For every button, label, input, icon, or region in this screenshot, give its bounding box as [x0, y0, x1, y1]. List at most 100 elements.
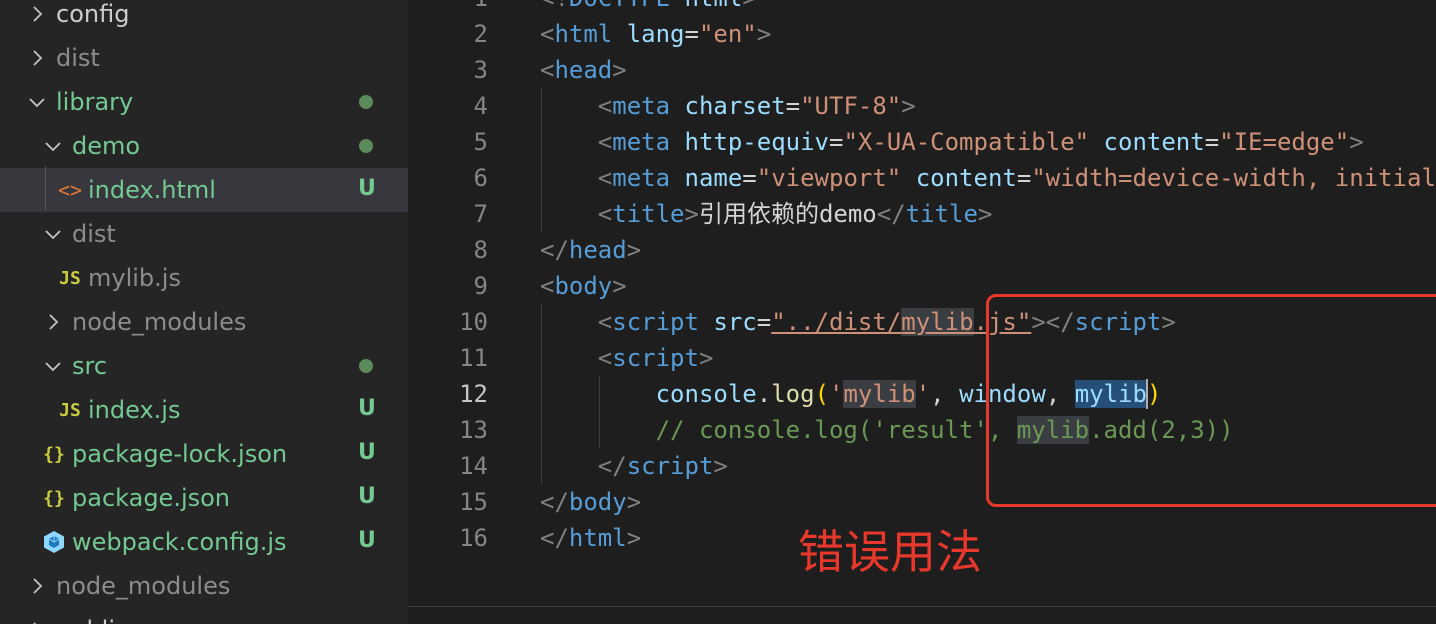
code-token: > — [698, 344, 714, 372]
code-token: script — [612, 344, 699, 372]
code-token: script — [612, 308, 699, 336]
code-text: <script> — [540, 340, 714, 376]
code-token: mylib — [901, 308, 974, 336]
line-number: 5 — [473, 128, 488, 156]
chevron-down-icon[interactable] — [44, 225, 62, 243]
code-text: <meta http-equiv="X-UA-Compatible" conte… — [540, 124, 1364, 160]
highlight-box — [986, 294, 1436, 507]
code-token: > — [713, 452, 728, 480]
explorer-folder[interactable]: public — [0, 608, 408, 624]
code-text: <!DOCTYPE html> — [540, 0, 757, 16]
git-status-badge: U — [358, 528, 376, 553]
code-line[interactable]: 2 <html lang="en"> — [408, 16, 1436, 52]
explorer-folder[interactable]: node_modules — [0, 300, 408, 344]
code-token: name — [684, 164, 743, 192]
code-token: < — [597, 308, 613, 336]
explorer-item-label: index.html — [88, 176, 216, 204]
line-number: 4 — [473, 92, 488, 120]
chevron-right-icon[interactable] — [28, 5, 46, 23]
explorer-item-label: demo — [72, 132, 141, 160]
code-token: DOCTYPE — [569, 0, 670, 12]
code-token: = — [756, 308, 772, 336]
code-token: = — [684, 20, 699, 48]
explorer-item-label: node_modules — [72, 308, 247, 336]
code-token: < — [540, 56, 555, 84]
explorer-folder[interactable]: node_modules — [0, 564, 408, 608]
chevron-right-icon[interactable] — [44, 313, 62, 331]
code-token: body — [568, 488, 627, 516]
explorer-folder[interactable]: src — [0, 344, 408, 388]
explorer-file[interactable]: <> index.html U — [0, 168, 408, 212]
explorer-file[interactable]: webpack.config.js U — [0, 520, 408, 564]
code-line[interactable]: 1 <!DOCTYPE html> — [408, 0, 1436, 16]
code-token: head — [568, 236, 627, 264]
code-token: "IE=edge" — [1219, 128, 1350, 156]
chevron-right-icon[interactable] — [28, 49, 46, 67]
code-token: 引用依赖的demo — [698, 200, 877, 228]
code-text: </script> — [540, 448, 728, 484]
code-token: </ — [540, 524, 569, 552]
code-text: </head> — [540, 232, 641, 268]
code-token: > — [626, 236, 642, 264]
code-token: < — [597, 92, 613, 120]
code-token: "en" — [698, 20, 757, 48]
explorer-item-label: index.js — [88, 396, 181, 424]
code-token: title — [905, 200, 978, 228]
code-line[interactable]: 3 <head> — [408, 52, 1436, 88]
code-line[interactable]: 7 <title>引用依赖的demo</title> — [408, 196, 1436, 232]
webpack-icon — [36, 530, 72, 554]
code-token: > — [612, 272, 627, 300]
code-token: > — [612, 56, 627, 84]
chevron-right-icon[interactable] — [28, 577, 46, 595]
code-text: <meta name="viewport" content="width=dev… — [540, 160, 1436, 196]
explorer-file[interactable]: {} package-lock.json U — [0, 432, 408, 476]
explorer-folder[interactable]: config — [0, 0, 408, 36]
code-token: head — [554, 56, 613, 84]
explorer-item-label: package-lock.json — [72, 440, 288, 468]
code-token: "X-UA-Compatible" — [843, 128, 1090, 156]
chevron-down-icon[interactable] — [28, 93, 46, 111]
modified-dot — [359, 95, 373, 109]
explorer-folder[interactable]: dist — [0, 212, 408, 256]
explorer-item-label: webpack.config.js — [72, 528, 287, 556]
code-token: content — [915, 164, 1017, 192]
line-number: 12 — [459, 380, 488, 408]
git-status-badge: U — [358, 484, 376, 509]
code-token: <! — [540, 0, 569, 12]
explorer-item-label: config — [56, 0, 130, 28]
editor-bottom-bar — [408, 606, 1436, 624]
code-line[interactable]: 6 <meta name="viewport" content="width=d… — [408, 160, 1436, 196]
line-number: 10 — [459, 308, 488, 336]
explorer-item-label: public — [56, 616, 128, 624]
explorer-item-label: mylib.js — [88, 264, 181, 292]
explorer-folder[interactable]: dist — [0, 36, 408, 80]
code-text: </html> — [540, 520, 641, 556]
code-token: ' — [915, 380, 931, 408]
explorer-file[interactable]: JS mylib.js — [0, 256, 408, 300]
explorer-file[interactable]: {} package.json U — [0, 476, 408, 520]
git-status-badge: U — [358, 396, 376, 421]
chevron-down-icon[interactable] — [44, 357, 62, 375]
modified-dot — [359, 359, 373, 373]
indent-guide — [45, 166, 46, 210]
line-number: 16 — [459, 524, 488, 552]
indent-guide — [599, 376, 600, 448]
code-line[interactable]: 4 <meta charset="UTF-8"> — [408, 88, 1436, 124]
line-number: 9 — [473, 272, 488, 300]
code-token: = — [742, 164, 757, 192]
explorer-folder[interactable]: library — [0, 80, 408, 124]
explorer-file[interactable]: JS index.js U — [0, 388, 408, 432]
explorer-folder[interactable]: demo — [0, 124, 408, 168]
code-text: <html lang="en"> — [540, 16, 771, 52]
chevron-down-icon[interactable] — [44, 137, 62, 155]
code-token: "width=device-width, initial-scale=1.0" — [1031, 164, 1436, 192]
code-line[interactable]: 8 </head> — [408, 232, 1436, 268]
code-line[interactable]: 5 <meta http-equiv="X-UA-Compatible" con… — [408, 124, 1436, 160]
line-number: 6 — [473, 164, 488, 192]
code-token: console — [655, 380, 757, 408]
